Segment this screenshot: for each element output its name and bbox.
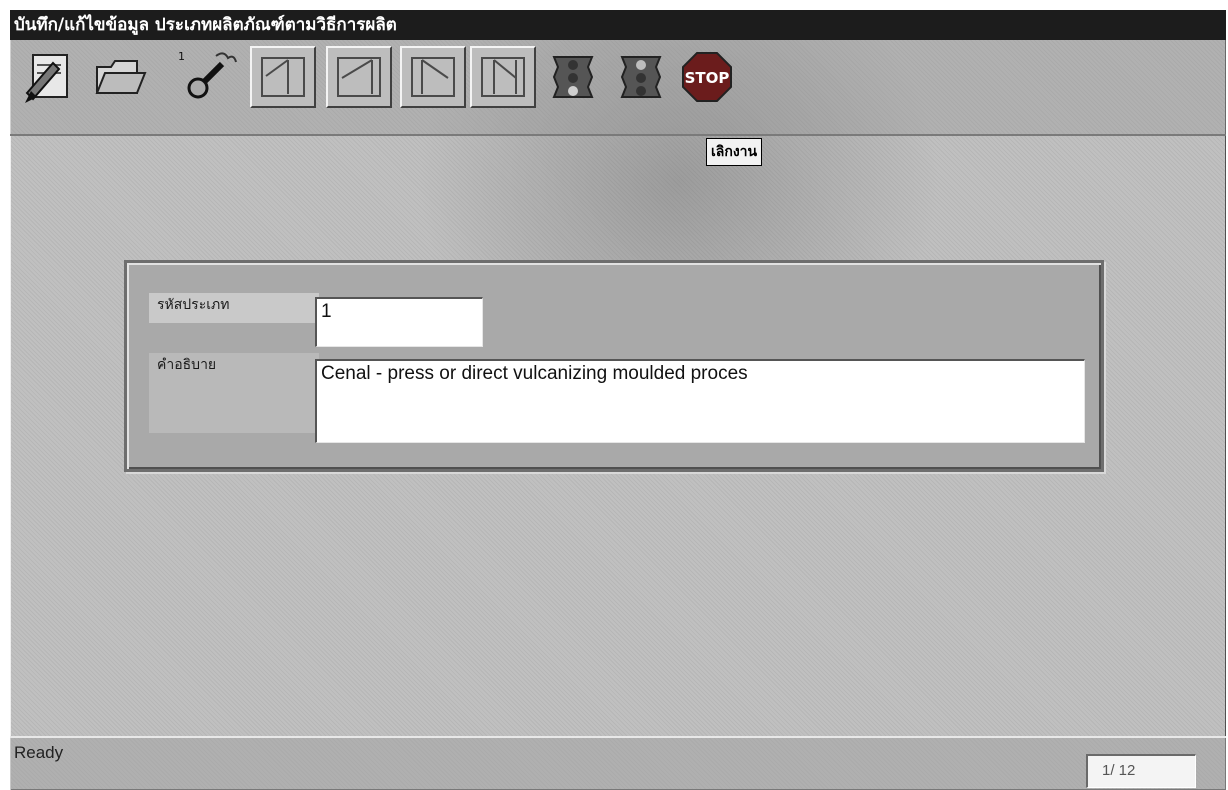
description-input[interactable]: Cenal - press or direct vulcanizing moul… bbox=[315, 359, 1085, 443]
record-position: 1/ 12 bbox=[1086, 754, 1196, 788]
traffic-light-button-2[interactable] bbox=[608, 46, 674, 108]
form-panel: รหัสประเภท 1 คำอธิบาย Cenal - press or d… bbox=[124, 260, 1104, 472]
stop-button[interactable]: STOP bbox=[674, 46, 740, 108]
status-bar: Ready 1/ 12 bbox=[10, 736, 1226, 790]
previous-icon bbox=[337, 57, 381, 97]
next-icon bbox=[411, 57, 455, 97]
stop-sign-icon: STOP bbox=[682, 52, 732, 102]
search-button[interactable]: 1 bbox=[174, 46, 240, 108]
toolbar: 1 STOP bbox=[10, 40, 1226, 136]
traffic-light-button-1[interactable] bbox=[540, 46, 606, 108]
stop-tooltip: เลิกงาน bbox=[706, 138, 763, 166]
magnifier-icon: 1 bbox=[178, 50, 237, 99]
description-label: คำอธิบาย bbox=[149, 353, 319, 433]
next-record-button[interactable] bbox=[400, 46, 466, 108]
folder-icon bbox=[95, 60, 147, 94]
pencil-paper-icon bbox=[25, 54, 68, 103]
main-window: บันทึก/แก้ไขข้อมูล ประเภทผลิตภัณฑ์ตามวิธ… bbox=[10, 10, 1226, 790]
previous-record-button[interactable] bbox=[326, 46, 392, 108]
type-code-label: รหัสประเภท bbox=[149, 293, 319, 323]
first-icon bbox=[261, 57, 305, 97]
stop-label: STOP bbox=[685, 69, 730, 87]
svg-text:1: 1 bbox=[178, 50, 185, 63]
type-code-input[interactable]: 1 bbox=[315, 297, 483, 347]
last-icon bbox=[481, 57, 525, 97]
traffic-light-icon bbox=[620, 56, 662, 98]
last-record-button[interactable] bbox=[470, 46, 536, 108]
window-title: บันทึก/แก้ไขข้อมูล ประเภทผลิตภัณฑ์ตามวิธ… bbox=[10, 10, 1226, 40]
first-record-button[interactable] bbox=[250, 46, 316, 108]
edit-record-button[interactable] bbox=[16, 46, 82, 108]
status-text: Ready bbox=[14, 743, 64, 762]
open-folder-button[interactable] bbox=[86, 46, 152, 108]
traffic-light-icon bbox=[552, 56, 594, 98]
